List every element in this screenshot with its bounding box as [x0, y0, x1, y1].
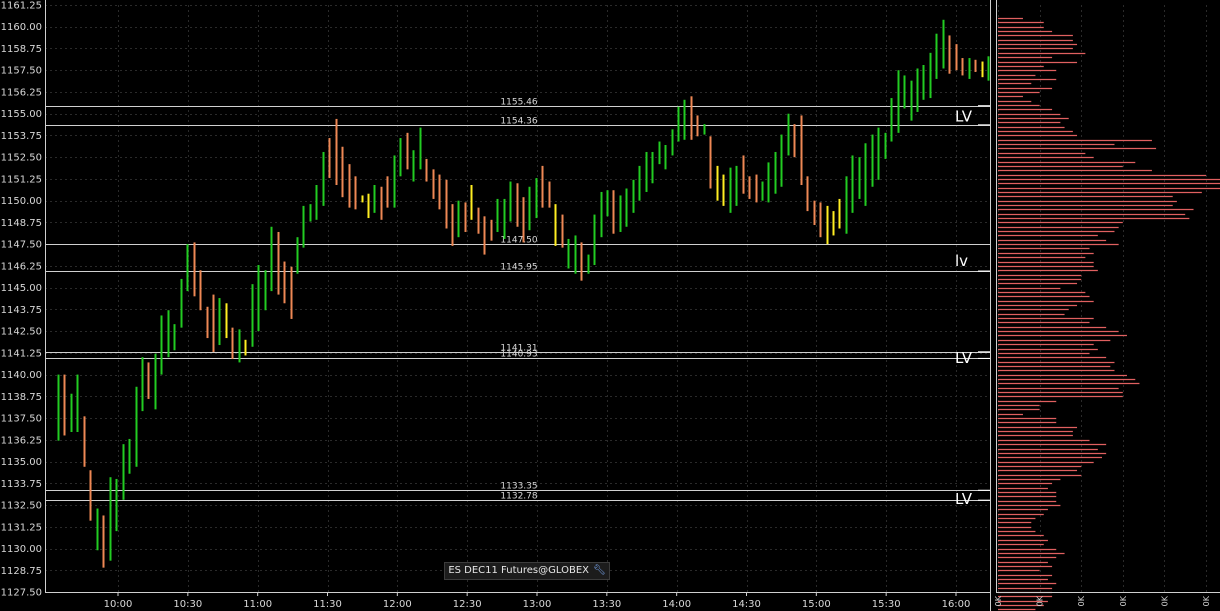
x-tick-label: 10:00 [104, 599, 133, 610]
y-tick-label: 1153.75 [1, 131, 42, 142]
lv-annotation: LV [955, 107, 973, 125]
y-tick-label: 1142.50 [1, 327, 42, 338]
x-tick-label: 11:30 [313, 599, 342, 610]
y-tick-label: 1147.50 [1, 240, 42, 251]
x-tick-label: 11:00 [243, 599, 272, 610]
x-tick-label: 15:30 [872, 599, 901, 610]
profile-tick-label: 0K [1160, 595, 1169, 606]
y-tick-label: 1148.75 [1, 218, 42, 229]
x-tick-label: 15:00 [802, 599, 831, 610]
x-tick-label: 10:30 [173, 599, 202, 610]
x-tick-label: 12:00 [383, 599, 412, 610]
y-tick-label: 1128.75 [1, 566, 42, 577]
y-tick-label: 1156.25 [1, 87, 42, 98]
y-tick-label: 1150.00 [1, 196, 42, 207]
y-tick-label: 1138.75 [1, 392, 42, 403]
lv-annotations: LV lv LV LV [955, 105, 990, 508]
profile-tick-label: 0K [1202, 595, 1211, 606]
y-tick-label: 1133.75 [1, 479, 42, 490]
lv-annotation: LV [955, 349, 973, 367]
level-label: 1154.36 [500, 117, 537, 127]
x-tick-label: 13:30 [592, 599, 621, 610]
y-tick-label: 1127.50 [1, 588, 42, 599]
y-tick-label: 1157.50 [1, 66, 42, 77]
y-tick-label: 1146.25 [1, 261, 42, 272]
level-label: 1147.50 [500, 236, 537, 246]
profile-tick-label: 0K [1119, 595, 1128, 606]
profile-tick-label: 0K [1077, 595, 1086, 606]
wrench-icon[interactable]: 🔧︎ [593, 565, 606, 576]
y-tick-label: 1140.00 [1, 370, 42, 381]
y-tick-label: 1137.50 [1, 414, 42, 425]
x-tick-label: 14:00 [662, 599, 691, 610]
level-label: 1140.93 [500, 350, 537, 360]
y-tick-label: 1131.25 [1, 522, 42, 533]
y-tick-label: 1135.00 [1, 457, 42, 468]
x-tick-label: 14:30 [732, 599, 761, 610]
lv-annotation: LV [955, 490, 973, 508]
price-chart[interactable]: 1155.461154.361147.501145.951141.311140.… [0, 0, 1220, 611]
y-tick-label: 1132.50 [1, 501, 42, 512]
x-tick-label: 12:30 [453, 599, 482, 610]
x-tick-label: 13:00 [523, 599, 552, 610]
instrument-name: ES DEC11 Futures@GLOBEX [448, 565, 589, 576]
y-tick-label: 1130.00 [1, 544, 42, 555]
level-label: 1155.46 [500, 98, 537, 108]
level-label: 1133.35 [500, 482, 537, 492]
level-label: 1145.95 [500, 263, 537, 273]
y-tick-label: 1158.75 [1, 44, 42, 55]
y-tick-label: 1143.75 [1, 305, 42, 316]
y-tick-label: 1152.50 [1, 153, 42, 164]
profile-tick-label: 0K [994, 595, 1003, 606]
profile-tick-label: 0K [1036, 595, 1045, 606]
level-label: 1132.78 [500, 492, 537, 502]
volume-profile [998, 17, 1220, 611]
y-tick-label: 1151.25 [1, 174, 42, 185]
y-tick-label: 1155.00 [1, 109, 42, 120]
y-tick-label: 1160.00 [1, 22, 42, 33]
x-tick-label: 16:00 [942, 599, 971, 610]
y-tick-label: 1136.25 [1, 435, 42, 446]
y-tick-label: 1161.25 [1, 1, 42, 12]
instrument-label[interactable]: ES DEC11 Futures@GLOBEX 🔧︎ [444, 562, 610, 580]
y-tick-label: 1141.25 [1, 348, 42, 359]
y-tick-label: 1145.00 [1, 283, 42, 294]
lv-annotation: lv [955, 252, 968, 270]
